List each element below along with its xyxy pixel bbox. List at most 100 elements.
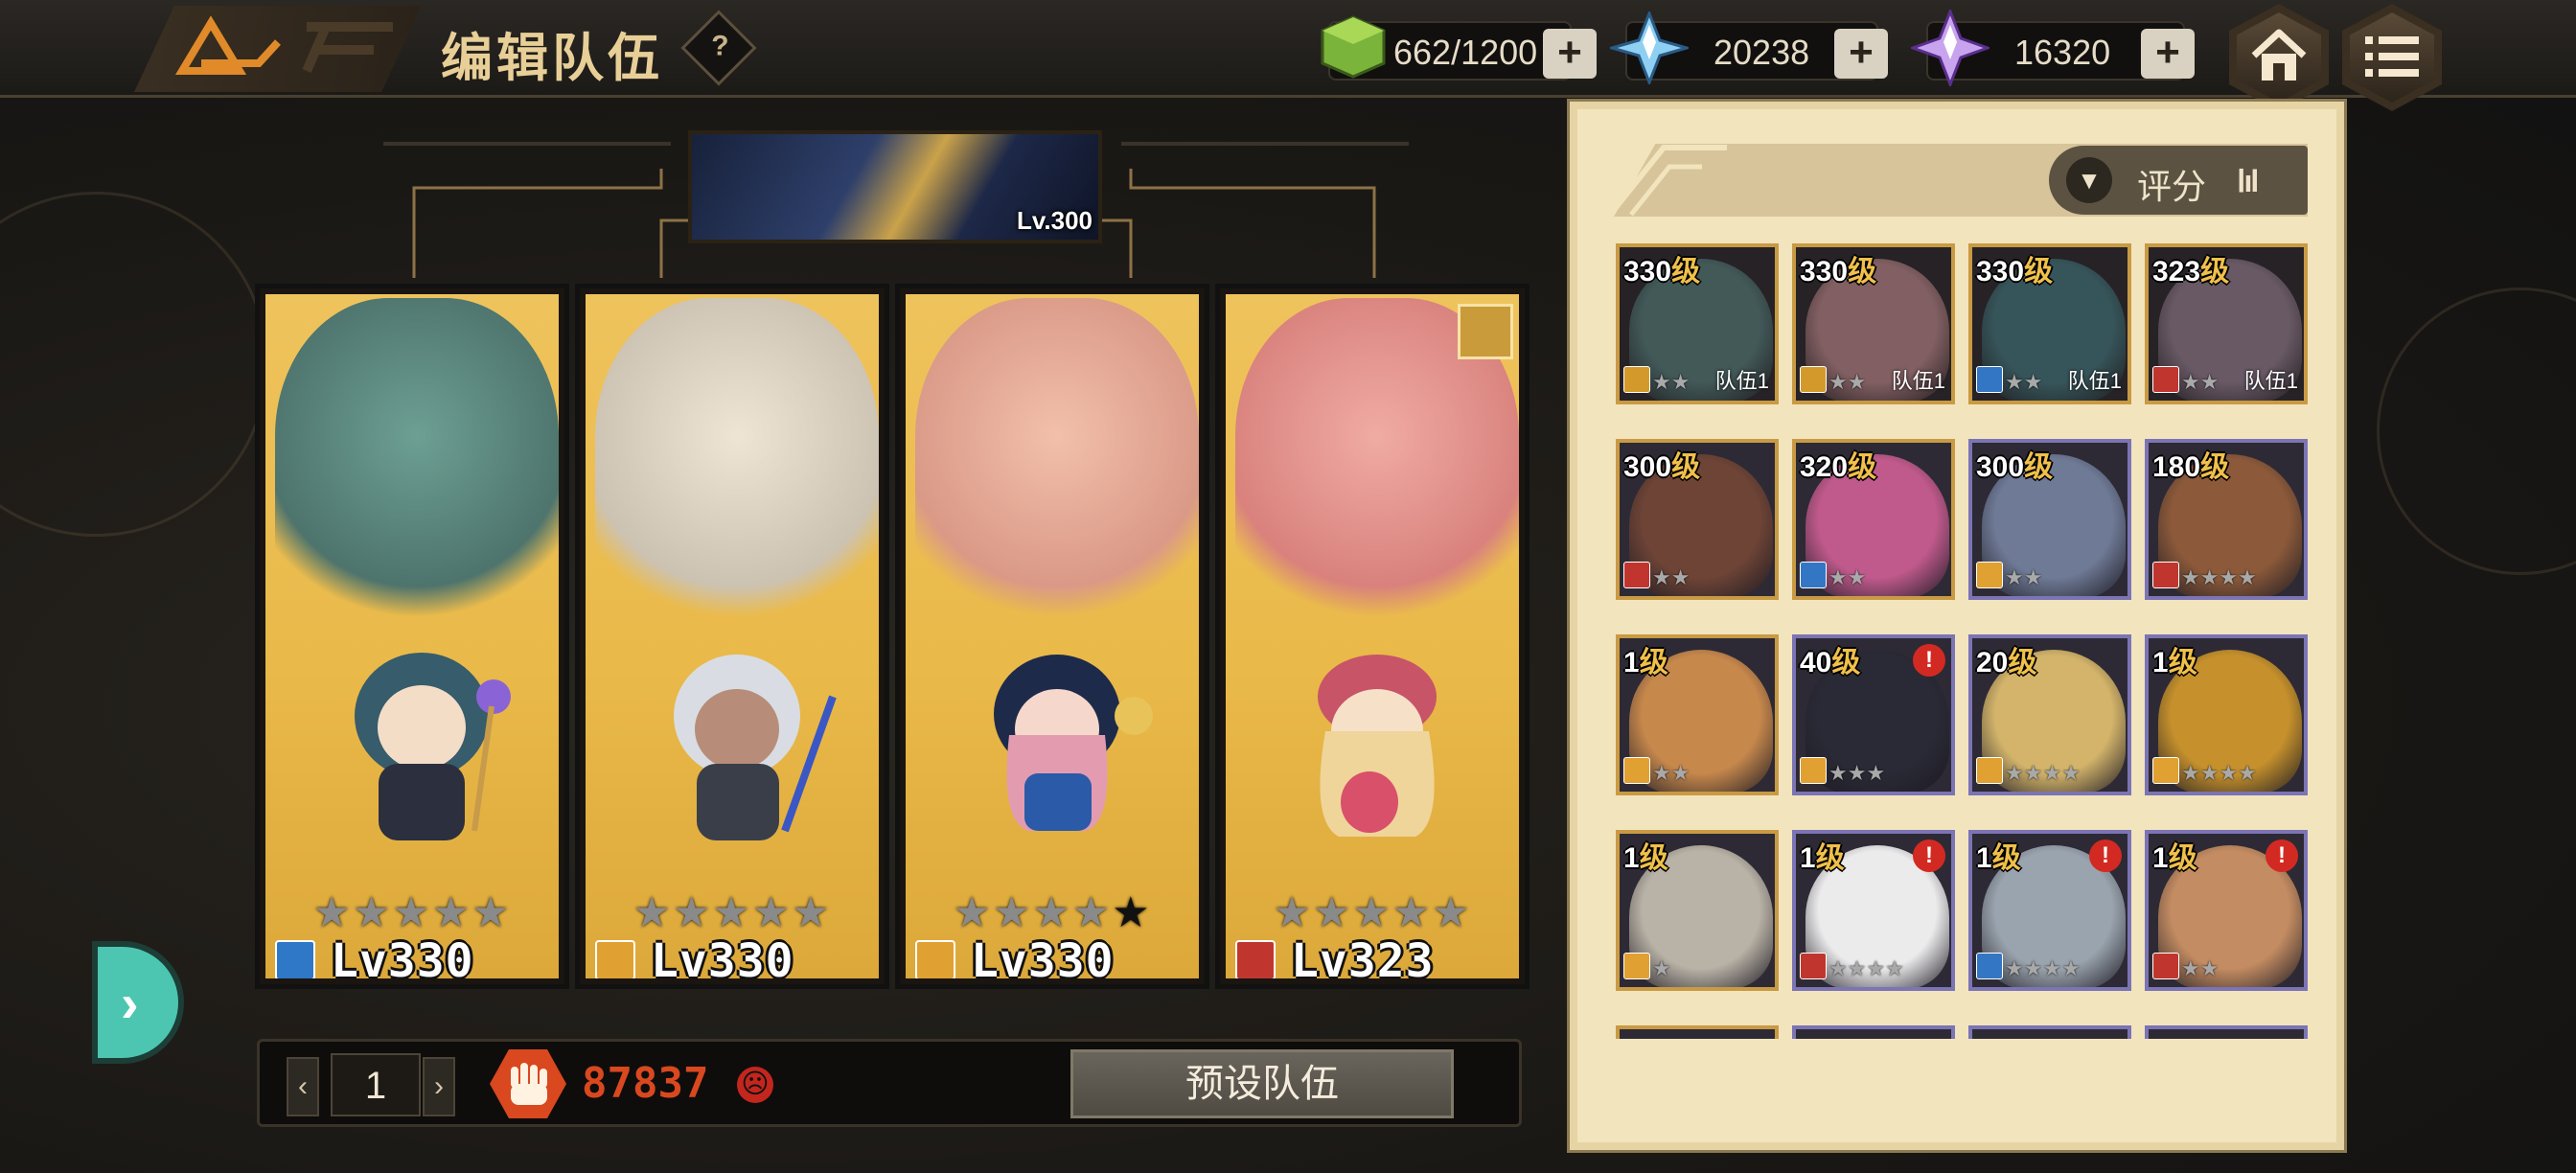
- add-gem-button[interactable]: +: [2141, 29, 2195, 79]
- slot-element-icon: [2152, 953, 2179, 979]
- roster-hero-slot[interactable]: 330级 ★★ 队伍1: [1616, 243, 1779, 404]
- roster-hero-slot[interactable]: 330级 ★★ 队伍1: [1792, 243, 1955, 404]
- hero-level-row: Lv330: [595, 934, 879, 978]
- roster-hero-slot[interactable]: 180级 ★★★★: [2145, 439, 2308, 600]
- hero-stars: ★★★★★: [1273, 889, 1472, 936]
- roster-hero-slot[interactable]: 40级 ★★★!: [1792, 634, 1955, 795]
- alert-icon: !: [1913, 840, 1945, 872]
- crystal-value: 20238: [1714, 33, 1810, 72]
- hero-portrait: [275, 298, 559, 643]
- team-slot-2[interactable]: ★★★★★ Lv330: [575, 284, 889, 989]
- slot-stars: ★★★: [1828, 761, 1886, 785]
- roster-triangle-icon: [1607, 145, 1727, 217]
- roster-hero-slot[interactable]: 330级 ★★ 队伍1: [1968, 243, 2131, 404]
- slot-element-icon: [1623, 953, 1650, 979]
- roster-hero-slot[interactable]: 1级 ★: [1616, 830, 1779, 991]
- roster-hero-slot[interactable]: 323级 ★★ 队伍1: [2145, 243, 2308, 404]
- slot-team-tag: 队伍1: [1714, 369, 1769, 393]
- roster-hero-slot[interactable]: 300级 ★★: [1616, 439, 1779, 600]
- hero-chibi: [355, 653, 511, 840]
- slot-level: 1级: [2152, 842, 2197, 874]
- team-slot-3[interactable]: ★★★★★ Lv330: [895, 284, 1209, 989]
- alert-icon: !: [1913, 644, 1945, 677]
- hero-chibi: [674, 655, 837, 840]
- next-page-button[interactable]: ›: [423, 1057, 455, 1116]
- home-button[interactable]: [2229, 4, 2329, 111]
- add-crystal-button[interactable]: +: [1834, 29, 1888, 79]
- hero-stars: ★★★★★: [953, 889, 1152, 936]
- team-power: 87837 ☹: [490, 1047, 773, 1120]
- team-slot-4[interactable]: ★★★★★ Lv323: [1215, 284, 1530, 989]
- hero-art: ★★★★★ Lv330: [265, 294, 559, 978]
- menu-list-icon: [2365, 36, 2419, 77]
- slot-stars: ★★★★: [1828, 956, 1904, 980]
- roster-hero-slot[interactable]: 320级 ★★: [1792, 439, 1955, 600]
- hero-level: Lv330: [331, 934, 474, 978]
- chevron-right-icon: ›: [121, 973, 139, 1033]
- slot-element-icon: [2152, 366, 2179, 393]
- page-number: 1: [331, 1053, 421, 1116]
- power-value: 87837: [582, 1059, 709, 1108]
- roster-hero-slot[interactable]: 1级 ★★★★: [2145, 634, 2308, 795]
- hero-art: ★★★★★ Lv323: [1226, 294, 1519, 978]
- menu-button[interactable]: [2342, 4, 2442, 111]
- roster-hero-slot-partial[interactable]: [1968, 1025, 2131, 1039]
- slot-stars: ★★: [2181, 370, 2220, 394]
- slot-stars: ★★: [1828, 370, 1867, 394]
- slot-stars: ★★: [1652, 565, 1690, 589]
- hero-level-row: Lv330: [915, 934, 1199, 978]
- alert-icon: !: [2266, 840, 2298, 872]
- slot-level: 40级: [1800, 647, 1861, 678]
- slot-element-icon: [1976, 562, 2003, 588]
- slot-stars: ★★: [1828, 565, 1867, 589]
- slot-element-icon: [1976, 366, 2003, 393]
- slot-element-icon: [1623, 562, 1650, 588]
- slot-level: 1级: [1800, 842, 1845, 874]
- team-bottom-bar: ‹ 1 › 87837 ☹ 预设队伍: [257, 1039, 1522, 1127]
- roster-hero-slot[interactable]: 1级 ★★★★!: [1968, 830, 2131, 991]
- slot-team-tag: 队伍1: [2243, 369, 2298, 393]
- slot-stars: ★★★★: [2005, 761, 2081, 785]
- sad-face-icon: ☹: [737, 1067, 773, 1103]
- hero-art: ★★★★★ Lv330: [586, 294, 879, 978]
- slot-team-tag: 队伍1: [1891, 369, 1945, 393]
- slot-element-icon: [1976, 953, 2003, 979]
- roster-hero-slot[interactable]: 1级 ★★!: [2145, 830, 2308, 991]
- roster-hero-slot-partial[interactable]: [2145, 1025, 2308, 1039]
- roster-hero-slot-partial[interactable]: [1792, 1025, 1955, 1039]
- hero-stars: ★★★★★: [312, 889, 512, 936]
- filter-icon[interactable]: ▼: [2066, 157, 2112, 203]
- roster-hero-slot[interactable]: 300级 ★★: [1968, 439, 2131, 600]
- element-gold-icon: [595, 940, 635, 978]
- slot-stars: ★★: [1652, 370, 1690, 394]
- roster-hero-slot-partial[interactable]: [1616, 1025, 1779, 1039]
- slot-stars: ★★: [2005, 370, 2043, 394]
- sort-dropdown[interactable]: ▼ 评分 Ⅰıl: [2049, 146, 2308, 215]
- roster-hero-slot[interactable]: 1级 ★★: [1616, 634, 1779, 795]
- slot-level: 20级: [1976, 647, 2037, 678]
- slot-element-icon: [2152, 757, 2179, 784]
- slot-element-icon: [1623, 757, 1650, 784]
- preset-team-button[interactable]: 预设队伍: [1070, 1049, 1454, 1118]
- slot-level: 300级: [1976, 451, 2054, 483]
- roster-hero-slot[interactable]: 1级 ★★★★!: [1792, 830, 1955, 991]
- slot-element-icon: [1623, 366, 1650, 393]
- prev-page-button[interactable]: ‹: [287, 1057, 319, 1116]
- roster-hero-slot[interactable]: 20级 ★★★★: [1968, 634, 2131, 795]
- element-blue-icon: [275, 940, 315, 978]
- sort-label: 评分: [2137, 168, 2207, 207]
- hero-level: Lv323: [1291, 934, 1435, 978]
- home-icon: [2251, 29, 2307, 80]
- team-slot-1[interactable]: ★★★★★ Lv330: [255, 284, 569, 989]
- slot-level: 320级: [1800, 451, 1877, 483]
- slot-level: 1级: [1623, 842, 1668, 874]
- slot-stars: ★★★★: [2181, 565, 2257, 589]
- hero-level: Lv330: [971, 934, 1115, 978]
- fist-icon: [490, 1049, 566, 1118]
- slot-level: 1级: [2152, 647, 2197, 678]
- slot-element-icon: [1976, 757, 2003, 784]
- hero-chibi: [994, 655, 1153, 831]
- hero-roster-panel: ▼ 评分 Ⅰıl 330级 ★★ 队伍1 330级 ★★ 队伍1 330级 ★★ 队伍1 323级…: [1570, 102, 2344, 1150]
- slot-stars: ★★★★: [2181, 761, 2257, 785]
- team-leader-banner[interactable]: Lv.300: [688, 130, 1102, 243]
